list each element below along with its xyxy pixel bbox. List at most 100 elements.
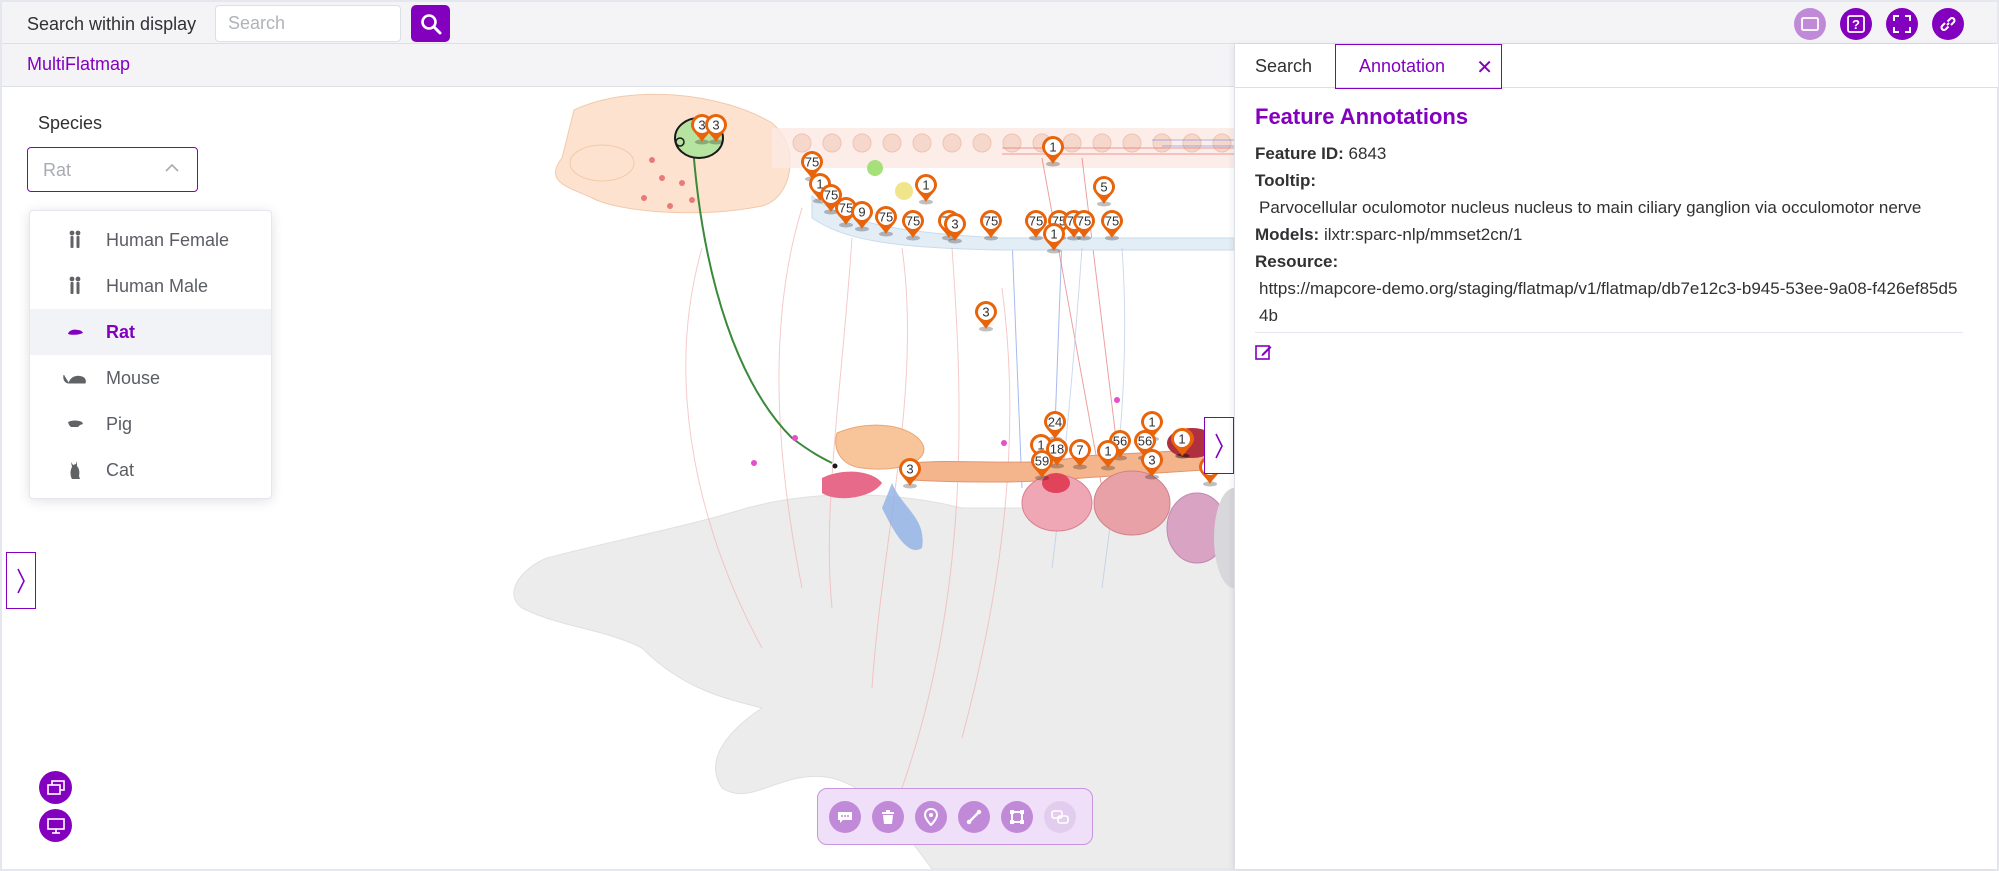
map-marker[interactable]: 75 — [875, 206, 897, 237]
map-marker-label: 7 — [1076, 443, 1083, 458]
species-option-mouse[interactable]: Mouse — [30, 355, 271, 401]
tooltip-row: Tooltip: Parvocellular oculomotor nucleus… — [1255, 167, 1963, 221]
help-icon: ? — [1847, 15, 1865, 33]
species-option-label: Human Male — [106, 275, 209, 296]
panel-tabs: Search Annotation ✕ — [1235, 44, 1998, 89]
search-button[interactable] — [411, 5, 450, 42]
map-marker-label: 1 — [1148, 415, 1155, 430]
models-label: Models: — [1255, 225, 1320, 244]
map-marker-label: 3 — [951, 217, 958, 232]
map-marker[interactable]: 1 — [1171, 428, 1193, 459]
link-icon — [1940, 17, 1956, 31]
map-marker-label: 75 — [984, 214, 998, 229]
fullscreen-icon — [1893, 15, 1911, 33]
map-marker[interactable]: 7 — [1069, 439, 1091, 470]
fullscreen-button[interactable] — [1886, 8, 1918, 40]
drawing-toolbar — [817, 788, 1093, 845]
map-marker[interactable]: 3 — [899, 458, 921, 489]
map-marker[interactable]: 1 — [1097, 440, 1119, 471]
map-marker-label: 56 — [1138, 434, 1152, 449]
map-marker-label: 3 — [698, 118, 705, 133]
map-marker[interactable]: 75 — [902, 210, 924, 241]
map-marker[interactable]: 75 — [1101, 210, 1123, 241]
map-marker[interactable]: 9 — [851, 201, 873, 232]
species-option-label: Cat — [106, 459, 135, 480]
species-label: Species — [38, 113, 103, 133]
line-tool-button[interactable] — [958, 800, 990, 833]
species-option-rat[interactable]: Rat — [30, 309, 271, 355]
point-tool-button[interactable] — [915, 800, 947, 833]
divider — [1255, 332, 1963, 333]
human-male-icon — [69, 276, 81, 294]
map-marker[interactable]: 75 — [980, 210, 1002, 241]
map-marker-label: 3 — [906, 462, 913, 477]
comment-icon — [838, 811, 852, 823]
map-marker[interactable]: 59 — [1031, 450, 1053, 481]
resource-row: Resource: https://mapcore-demo.org/stagin… — [1255, 248, 1963, 329]
tab-search[interactable]: Search — [1255, 44, 1312, 88]
screen-button[interactable] — [1794, 8, 1826, 40]
trash-icon — [882, 809, 894, 824]
map-marker[interactable]: 3 — [705, 114, 727, 145]
close-icon[interactable]: ✕ — [1476, 55, 1493, 80]
polygon-icon — [1010, 809, 1024, 824]
map-marker[interactable]: 5 — [1093, 176, 1115, 207]
map-marker-label: 5 — [1100, 180, 1107, 195]
tab-search-label: Search — [1255, 55, 1313, 76]
tooltip-value: Parvocellular oculomotor nucleus nucleus… — [1259, 198, 1922, 217]
models-row: Models: ilxtr:sparc-nlp/mmset2cn/1 — [1255, 221, 1963, 248]
map-marker-label: 9 — [858, 205, 865, 220]
feature-id-label: Feature ID: — [1255, 144, 1344, 163]
species-option-label: Human Female — [106, 229, 230, 250]
map-marker-label: 1 — [1049, 140, 1056, 155]
search-icon — [420, 13, 441, 34]
app-title[interactable]: MultiFlatmap — [27, 54, 130, 75]
right-drawer-toggle[interactable] — [1204, 417, 1234, 474]
edit-icon[interactable] — [1255, 343, 1273, 361]
species-option-cat[interactable]: Cat — [30, 447, 271, 493]
species-option-human-female[interactable]: Human Female — [30, 217, 271, 263]
map-marker[interactable]: 3 — [975, 301, 997, 332]
comment-tool-button[interactable] — [829, 800, 861, 833]
resource-label: Resource: — [1255, 252, 1339, 271]
map-marker[interactable]: 1 — [1042, 136, 1064, 167]
tab-annotation-label: Annotation — [1359, 56, 1446, 76]
map-marker-label: 3 — [1148, 453, 1155, 468]
search-input[interactable] — [215, 5, 401, 42]
map-marker-label: 3 — [982, 305, 989, 320]
tab-annotation[interactable]: Annotation ✕ — [1335, 44, 1502, 89]
map-marker-label: 1 — [922, 178, 929, 193]
map-marker[interactable]: 1 — [1043, 223, 1065, 254]
polygon-tool-button[interactable] — [1001, 800, 1033, 833]
top-bar: Search within display ? — [2, 2, 1997, 44]
map-marker-label: 1 — [1050, 227, 1057, 242]
panel-title: Feature Annotations — [1255, 104, 1469, 129]
map-marker-label: 75 — [805, 155, 819, 170]
feature-id-row: Feature ID: 6843 — [1255, 140, 1963, 167]
flatmap-canvas[interactable]: 3375117517597575753757575757575153241111… — [2, 88, 1234, 869]
link-button[interactable] — [1932, 8, 1964, 40]
pig-icon — [68, 420, 83, 427]
resource-value: https://mapcore-demo.org/staging/flatmap… — [1259, 279, 1958, 325]
open-new-map-button[interactable] — [39, 771, 72, 804]
species-option-pig[interactable]: Pig — [30, 401, 271, 447]
delete-tool-button[interactable] — [872, 800, 904, 833]
map-marker-label: 1 — [1178, 432, 1185, 447]
rat-icon — [68, 329, 83, 335]
map-marker[interactable]: 3 — [1141, 449, 1163, 480]
chevron-right-icon — [1215, 433, 1223, 458]
map-marker[interactable]: 1 — [915, 174, 937, 205]
connection-tool-button — [1044, 800, 1076, 833]
display-settings-button[interactable] — [39, 809, 72, 842]
line-icon — [966, 809, 982, 824]
help-button[interactable]: ? — [1840, 8, 1872, 40]
new-window-icon — [46, 779, 65, 795]
species-select[interactable]: Rat — [27, 147, 198, 192]
species-option-label: Mouse — [106, 367, 161, 388]
map-marker-label: 18 — [1050, 442, 1064, 457]
species-option-human-male[interactable]: Human Male — [30, 263, 271, 309]
svg-text:?: ? — [1852, 17, 1860, 32]
species-option-label: Rat — [106, 321, 136, 342]
annotation-body: Feature Annotations Feature ID: 6843 Too… — [1255, 104, 1963, 366]
left-drawer-toggle[interactable] — [6, 552, 36, 609]
